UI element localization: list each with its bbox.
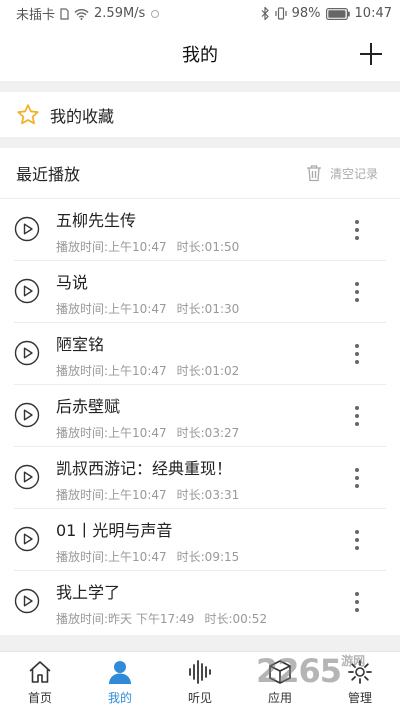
wifi-icon: [74, 8, 89, 20]
recent-section: 最近播放 清空记录 五柳先生传 播放时间:上午10:47 时长:01:50 马说 …: [0, 148, 400, 635]
status-left: 未插卡 2.59M/s: [16, 4, 160, 23]
item-text: 01丨光明与声音 播放时间:上午10:47 时长:09:15: [56, 517, 340, 565]
play-icon[interactable]: [14, 402, 40, 428]
carrier-text: 未插卡: [16, 8, 56, 23]
sim-icon: [60, 7, 69, 20]
favorites-row[interactable]: 我的收藏: [0, 92, 400, 137]
item-title: 凯叔西游记：经典重现！: [56, 459, 233, 478]
item-text: 马说 播放时间:上午10:47 时长:01:30: [56, 269, 340, 317]
list-item[interactable]: 陋室铭 播放时间:上午10:47 时长:01:02: [0, 323, 400, 385]
add-button[interactable]: [356, 39, 386, 69]
clear-history-label: 清空记录: [329, 166, 378, 181]
vibrate-icon: [275, 7, 287, 20]
play-icon[interactable]: [14, 278, 40, 304]
item-play-time: 播放时间:上午10:47: [56, 240, 167, 254]
watermark-suffix: 游网: [341, 654, 366, 668]
item-duration: 时长:01:50: [176, 240, 240, 254]
item-meta: 播放时间:上午10:47 时长:03:27: [56, 424, 340, 441]
recent-list: 五柳先生传 播放时间:上午10:47 时长:01:50 马说 播放时间:上午10:…: [0, 199, 400, 633]
item-play-time: 播放时间:昨天 下午17:49: [56, 612, 195, 626]
list-item[interactable]: 我上学了 播放时间:昨天 下午17:49 时长:00:52: [0, 571, 400, 633]
item-play-time: 播放时间:上午10:47: [56, 488, 167, 502]
tab-label: 我的: [107, 691, 132, 705]
more-icon[interactable]: [354, 220, 360, 240]
item-play-time: 播放时间:上午10:47: [56, 302, 167, 316]
item-duration: 时长:00:52: [204, 612, 268, 626]
item-meta: 播放时间:上午10:47 时长:01:02: [56, 362, 340, 379]
play-icon[interactable]: [14, 216, 40, 242]
list-item[interactable]: 后赤壁赋 播放时间:上午10:47 时长:03:27: [0, 385, 400, 447]
page-title: 我的: [182, 45, 218, 66]
item-duration: 时长:03:31: [176, 488, 240, 502]
list-item[interactable]: 01丨光明与声音 播放时间:上午10:47 时长:09:15: [0, 509, 400, 571]
item-meta: 播放时间:上午10:47 时长:03:31: [56, 486, 340, 503]
favorites-label: 我的收藏: [50, 106, 115, 126]
tab-label: 管理: [347, 691, 372, 705]
item-duration: 时长:01:30: [176, 302, 240, 316]
item-title: 后赤壁赋: [56, 397, 121, 416]
more-icon[interactable]: [354, 592, 360, 612]
status-bar: 未插卡 2.59M/s 98% 10:47: [0, 0, 400, 27]
item-meta: 播放时间:上午10:47 时长:01:50: [56, 238, 340, 255]
item-title: 01丨光明与声音: [56, 521, 173, 540]
item-meta: 播放时间:上午10:47 时长:01:30: [56, 300, 340, 317]
item-play-time: 播放时间:上午10:47: [56, 550, 167, 564]
home-icon: [29, 661, 51, 683]
item-duration: 时长:03:27: [176, 426, 240, 440]
play-icon[interactable]: [14, 340, 40, 366]
tab-listen[interactable]: 听见: [160, 652, 240, 711]
list-item[interactable]: 五柳先生传 播放时间:上午10:47 时长:01:50: [0, 199, 400, 261]
tab-home[interactable]: 首页: [0, 652, 80, 711]
item-text: 五柳先生传 播放时间:上午10:47 时长:01:50: [56, 207, 340, 255]
recent-header: 最近播放 清空记录: [0, 148, 400, 199]
trash-icon: [306, 165, 321, 182]
tab-mine[interactable]: 我的: [80, 652, 160, 711]
play-icon[interactable]: [14, 464, 40, 490]
battery-icon: [325, 7, 350, 20]
battery-percent: 98%: [291, 6, 321, 21]
item-title: 马说: [56, 273, 89, 292]
tab-label: 应用: [267, 691, 292, 705]
clock: 10:47: [354, 6, 392, 21]
user-icon: [109, 661, 131, 684]
tab-label: 听见: [187, 691, 212, 705]
item-play-time: 播放时间:上午10:47: [56, 364, 167, 378]
clear-history-button[interactable]: 清空记录: [306, 164, 378, 182]
item-title: 我上学了: [56, 583, 121, 602]
list-item[interactable]: 凯叔西游记：经典重现！ 播放时间:上午10:47 时长:03:31: [0, 447, 400, 509]
item-meta: 播放时间:昨天 下午17:49 时长:00:52: [56, 610, 340, 627]
play-icon[interactable]: [14, 588, 40, 614]
watermark-logo: 2265游网: [256, 652, 365, 690]
list-item[interactable]: 马说 播放时间:上午10:47 时长:01:30: [0, 261, 400, 323]
item-text: 凯叔西游记：经典重现！ 播放时间:上午10:47 时长:03:31: [56, 455, 340, 503]
item-title: 陋室铭: [56, 335, 105, 354]
more-icon[interactable]: [354, 468, 360, 488]
more-icon[interactable]: [354, 282, 360, 302]
item-title: 五柳先生传: [56, 211, 137, 230]
page-header: 我的: [0, 27, 400, 81]
item-text: 后赤壁赋 播放时间:上午10:47 时长:03:27: [56, 393, 340, 441]
network-speed: 2.59M/s: [94, 6, 146, 21]
status-right: 98% 10:47: [261, 6, 392, 21]
bluetooth-icon: [261, 7, 270, 20]
item-text: 我上学了 播放时间:昨天 下午17:49 时长:00:52: [56, 579, 340, 627]
tab-label: 首页: [27, 691, 52, 705]
watermark-text: 2265: [256, 652, 342, 690]
sound-wave-icon: [189, 660, 211, 684]
play-icon[interactable]: [14, 526, 40, 552]
recent-title: 最近播放: [16, 165, 81, 184]
item-duration: 时长:01:02: [176, 364, 240, 378]
item-play-time: 播放时间:上午10:47: [56, 426, 167, 440]
item-duration: 时长:09:15: [176, 550, 240, 564]
more-icon[interactable]: [354, 406, 360, 426]
item-text: 陋室铭 播放时间:上午10:47 时长:01:02: [56, 331, 340, 379]
more-icon[interactable]: [354, 530, 360, 550]
more-icon[interactable]: [354, 344, 360, 364]
plus-icon: [360, 43, 382, 65]
data-sync-icon: [150, 9, 160, 19]
item-meta: 播放时间:上午10:47 时长:09:15: [56, 548, 340, 565]
star-icon: [17, 103, 39, 124]
